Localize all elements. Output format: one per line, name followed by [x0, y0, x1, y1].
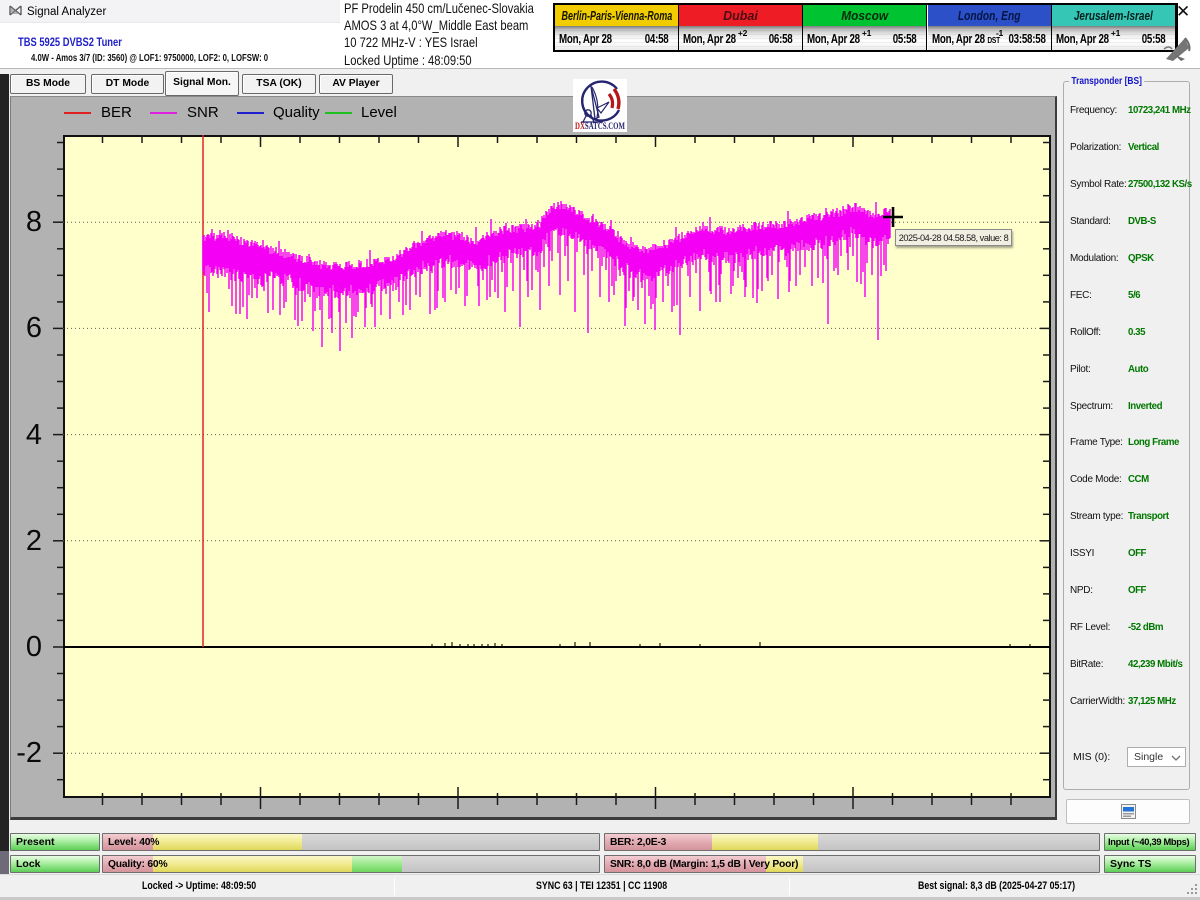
svg-text:DXSATCS.COM: DXSATCS.COM: [575, 122, 625, 132]
